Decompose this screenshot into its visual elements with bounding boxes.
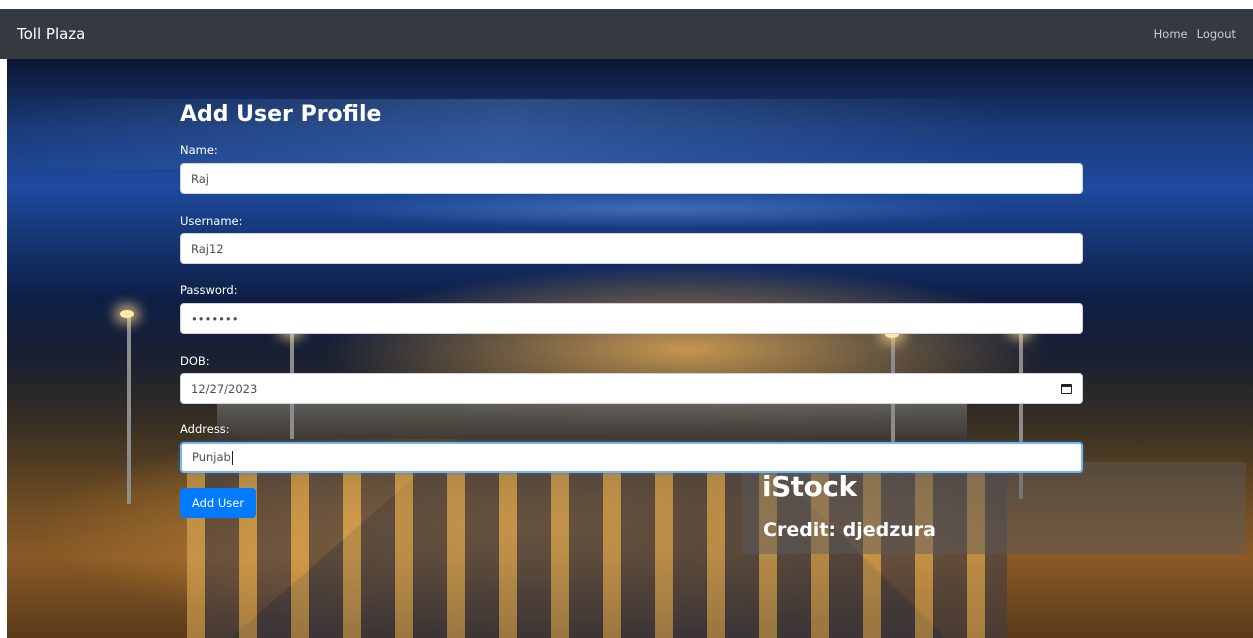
name-input[interactable]: Raj [180,163,1083,194]
username-input[interactable]: Raj12 [180,233,1083,264]
password-input[interactable]: ••••••• [180,303,1083,334]
name-label: Name: [180,143,218,157]
photo-credit: Credit: djedzura [763,519,936,541]
page-title: Add User Profile [180,102,382,127]
calendar-icon[interactable] [1061,383,1072,394]
top-strip [0,0,1253,9]
username-label: Username: [180,214,243,228]
password-label: Password: [180,283,238,297]
navbar: Toll Plaza Home Logout [0,9,1253,59]
dob-input[interactable]: 12/27/2023 [180,373,1083,404]
name-input-value: Raj [191,171,209,186]
navbar-links: Home Logout [1154,27,1236,41]
address-label: Address: [180,422,230,436]
page: Toll Plaza Home Logout iStock Credit: dj… [0,0,1253,638]
nav-logout-link[interactable]: Logout [1197,27,1236,41]
navbar-brand[interactable]: Toll Plaza [17,25,85,43]
address-input-value-wrap: Punjab [192,450,233,465]
street-lamp [127,314,131,504]
nav-home-link[interactable]: Home [1154,27,1188,41]
address-input[interactable]: Punjab [180,442,1083,473]
address-input-value: Punjab [192,450,231,465]
istock-logo: iStock [762,470,857,503]
password-input-value: ••••••• [191,311,239,326]
username-input-value: Raj12 [191,241,224,256]
add-user-button[interactable]: Add User [180,488,256,518]
text-caret [231,450,233,465]
dob-label: DOB: [180,354,210,368]
dob-input-value: 12/27/2023 [191,381,258,396]
toll-canopy [217,399,967,439]
lamp-light [120,310,134,318]
sky-cloud [307,189,1007,229]
